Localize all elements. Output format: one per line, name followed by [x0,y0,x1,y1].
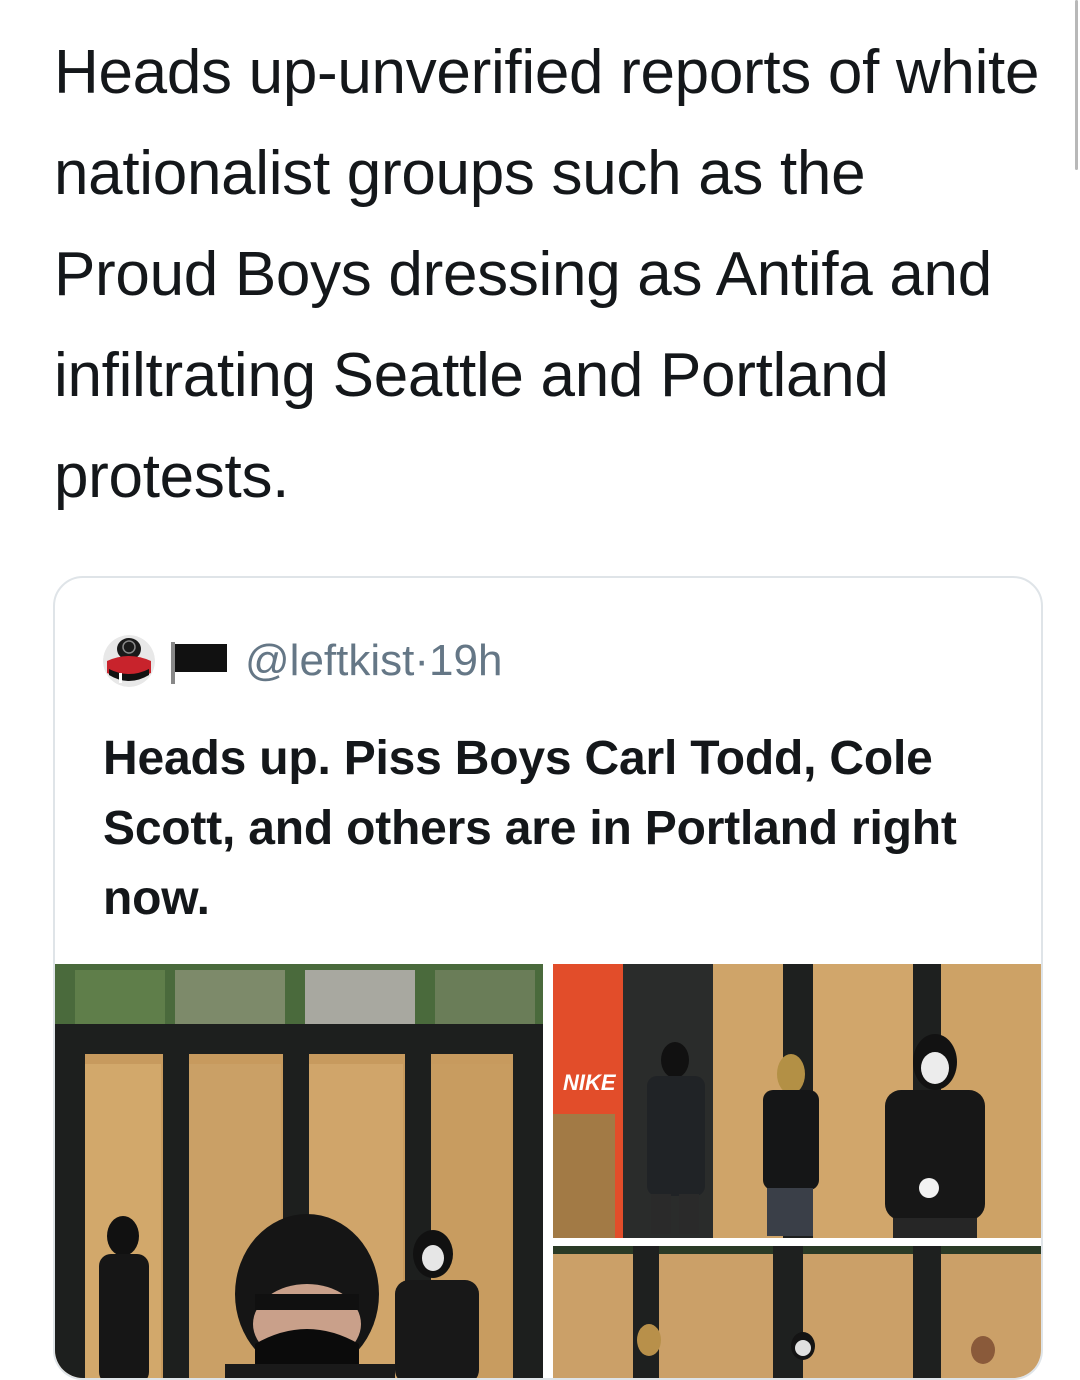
quoted-tweet-time[interactable]: 19h [429,636,502,685]
tweet-text: Heads up-unverified reports of white nat… [54,38,1040,511]
photo-selfie-masked-group[interactable] [55,964,543,1378]
photo-masked-group-boarded-windows[interactable] [553,1246,1041,1378]
quoted-tweet-text: Heads up. Piss Boys Carl Todd, Cole Scot… [103,732,957,925]
scroll-indicator[interactable] [1075,0,1078,170]
masked-figure-avatar-icon[interactable] [103,635,155,687]
nike-sign: NIKE [563,1070,617,1095]
quoted-tweet-meta[interactable]: @leftkist·19h [245,636,502,686]
photo-masked-group-nike-store[interactable]: NIKE [553,964,1041,1238]
quoted-tweet-card[interactable]: @leftkist·19h Heads up. Piss Boys Carl T… [53,576,1043,1380]
quoted-tweet-handle[interactable]: @leftkist [245,636,414,685]
meta-separator: · [414,636,430,685]
quoted-tweet-media-grid: NIKE [55,964,1041,1378]
quoted-tweet-header: @leftkist·19h [103,630,502,692]
black-flag-icon [171,642,227,684]
